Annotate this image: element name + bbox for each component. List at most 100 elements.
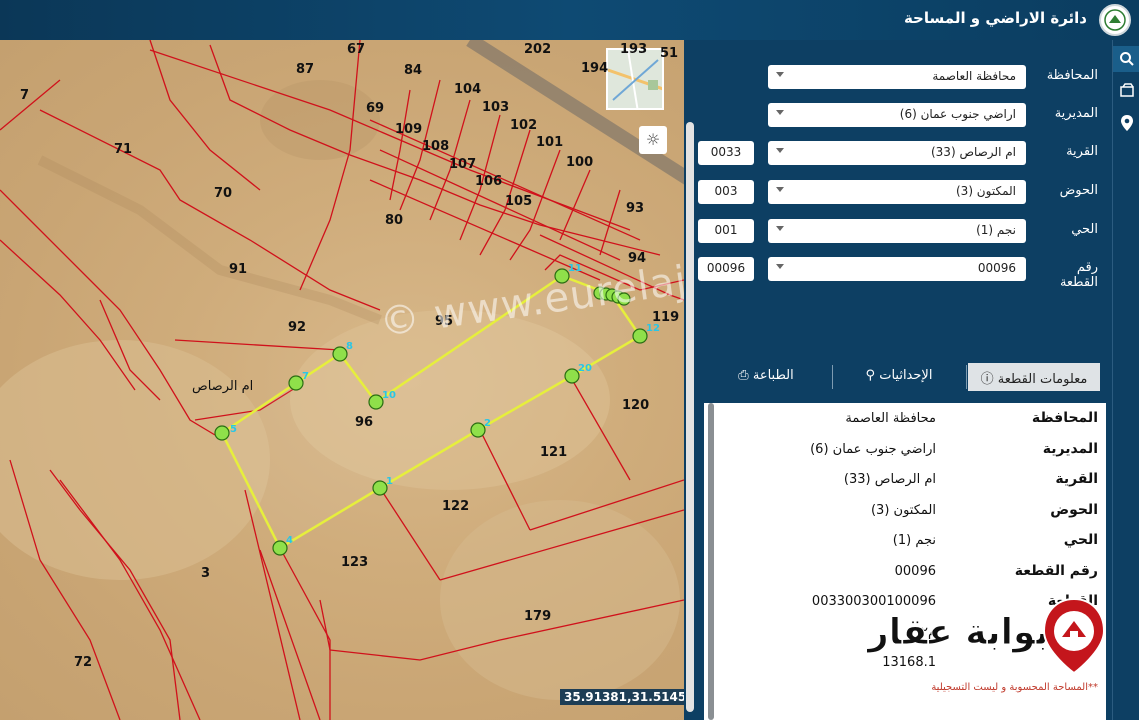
svg-text:1: 1 <box>386 476 393 487</box>
plot-number: 67 <box>347 42 366 57</box>
plot-number: 108 <box>422 139 450 154</box>
printer-icon: ⎙ <box>738 368 749 383</box>
plot-number: 121 <box>540 445 568 460</box>
svg-text:20: 20 <box>578 363 592 374</box>
brand-wordmark: بوابة عقار <box>867 612 1050 654</box>
layers-icon[interactable] <box>1113 78 1139 104</box>
tool-sidebar <box>1112 40 1139 720</box>
plot-number: 71 <box>114 142 133 157</box>
plot-number: 107 <box>449 157 477 172</box>
info-row: القرية ام الرصاص (33) <box>843 471 1098 487</box>
plot-number-select[interactable]: 00096 <box>768 257 1026 281</box>
plot-number-label: رقم القطعة <box>1059 260 1098 290</box>
brightness-icon[interactable]: ☼ <box>639 126 667 154</box>
village-row: القرية ام الرصاص (33) 0033 <box>694 141 1112 165</box>
basin-row: الحوض المكتون (3) 003 <box>694 180 1112 204</box>
area-note: **المساحة المحسوبة و ليست التسجيلية <box>931 682 1098 693</box>
svg-text:2: 2 <box>484 418 491 429</box>
plot-number: 193 <box>620 42 648 57</box>
brand-logo-icon <box>1040 597 1108 675</box>
svg-text:4: 4 <box>286 535 293 546</box>
neighborhood-label: الحي <box>1071 222 1098 237</box>
tab-divider <box>966 365 967 389</box>
map-scrollbar[interactable] <box>686 122 694 712</box>
svg-text:5: 5 <box>230 424 237 435</box>
chevron-down-icon <box>776 110 784 115</box>
directorate-label: المديرية <box>1054 106 1098 121</box>
directorate-row: المديرية اراضي جنوب عمان (6) <box>694 103 1112 127</box>
village-label: القرية <box>1066 144 1098 159</box>
app-title: دائرة الاراضي و المساحة <box>903 9 1087 27</box>
basin-select[interactable]: المكتون (3) <box>768 180 1026 204</box>
plot-number: 102 <box>510 118 538 133</box>
tab-coordinates[interactable]: الإحداثيات ⚲ <box>834 363 964 391</box>
neighborhood-code-input[interactable]: 001 <box>698 219 754 243</box>
neighborhood-row: الحي نجم (1) 001 <box>694 219 1112 243</box>
plot-number: 70 <box>214 186 233 201</box>
chevron-down-icon <box>776 264 784 269</box>
chevron-down-icon <box>776 187 784 192</box>
plot-number: 123 <box>341 555 369 570</box>
location-pin-icon[interactable] <box>1113 110 1139 136</box>
plot-number: 80 <box>385 213 404 228</box>
plot-number: 87 <box>296 62 315 77</box>
governorate-select[interactable]: محافظة العاصمة <box>768 65 1026 89</box>
plot-number: 122 <box>442 499 470 514</box>
plot-number: 105 <box>505 194 533 209</box>
search-icon[interactable] <box>1113 46 1139 72</box>
plot-number: 106 <box>475 174 503 189</box>
plot-number: 96 <box>355 415 374 430</box>
plot-number: 91 <box>229 262 248 277</box>
plot-number: 202 <box>524 42 552 57</box>
info-row: الحوض المكتون (3) <box>870 502 1098 518</box>
governorate-row: المحافظة محافظة العاصمة <box>694 65 1112 89</box>
info-row: المحافظة محافظة العاصمة <box>845 410 1098 426</box>
tab-divider <box>832 365 833 389</box>
plot-number: 51 <box>660 46 679 61</box>
basin-code-input[interactable]: 003 <box>698 180 754 204</box>
village-label: ام الرصاص <box>192 379 254 394</box>
app-header: دائرة الاراضي و المساحة <box>0 0 1139 40</box>
plot-number: 92 <box>288 320 307 335</box>
plot-number-row: رقم القطعة 00096 00096 <box>694 257 1112 297</box>
plot-number: 194 <box>581 61 609 76</box>
plot-number: 119 <box>652 310 680 325</box>
chevron-down-icon <box>776 226 784 231</box>
info-row: المديرية اراضي جنوب عمان (6) <box>810 441 1098 457</box>
info-row: الحي نجم (1) <box>892 532 1098 548</box>
directorate-select[interactable]: اراضي جنوب عمان (6) <box>768 103 1026 127</box>
chevron-down-icon <box>776 72 784 77</box>
village-code-input[interactable]: 0033 <box>698 141 754 165</box>
parcel-boundaries: 578 101112 2021 4 <box>0 40 684 720</box>
governorate-label: المحافظة <box>1046 68 1098 83</box>
basin-label: الحوض <box>1059 183 1098 198</box>
plot-number: 72 <box>74 655 93 670</box>
plot-number: 109 <box>395 122 423 137</box>
coordinates-readout: 35.91381,31.51451 <box>560 689 684 705</box>
village-select[interactable]: ام الرصاص (33) <box>768 141 1026 165</box>
svg-text:10: 10 <box>382 390 396 401</box>
svg-text:8: 8 <box>346 341 353 352</box>
plot-number: 120 <box>622 398 650 413</box>
plot-number-code-input[interactable]: 00096 <box>698 257 754 281</box>
tab-print[interactable]: الطباعة ⎙ <box>702 363 830 391</box>
user-pin-icon: ⚲ <box>865 368 876 383</box>
map-view[interactable]: 578 10 11 12 20 2 1 4 ☼ 67 202 193 51 87 84 … <box>0 40 684 720</box>
info-row: رقم القطعة 00096 <box>894 563 1098 579</box>
plot-number: 104 <box>454 82 482 97</box>
neighborhood-select[interactable]: نجم (1) <box>768 219 1026 243</box>
plot-number: 69 <box>366 101 385 116</box>
plot-number: 179 <box>524 609 552 624</box>
info-icon: ⓘ <box>980 372 994 387</box>
plot-number: 101 <box>536 135 564 150</box>
dls-logo-icon[interactable] <box>1099 4 1131 36</box>
info-tabs: الطباعة ⎙ الإحداثيات ⚲ معلومات القطعة ⓘ <box>698 363 1100 391</box>
plot-number: 84 <box>404 63 423 78</box>
overview-minimap[interactable] <box>606 48 664 110</box>
svg-text:7: 7 <box>302 371 309 382</box>
chevron-down-icon <box>776 148 784 153</box>
plot-number: 103 <box>482 100 510 115</box>
tab-plot-info[interactable]: معلومات القطعة ⓘ <box>968 363 1100 391</box>
plot-number: 3 <box>201 566 211 581</box>
plot-number: 7 <box>20 88 30 103</box>
